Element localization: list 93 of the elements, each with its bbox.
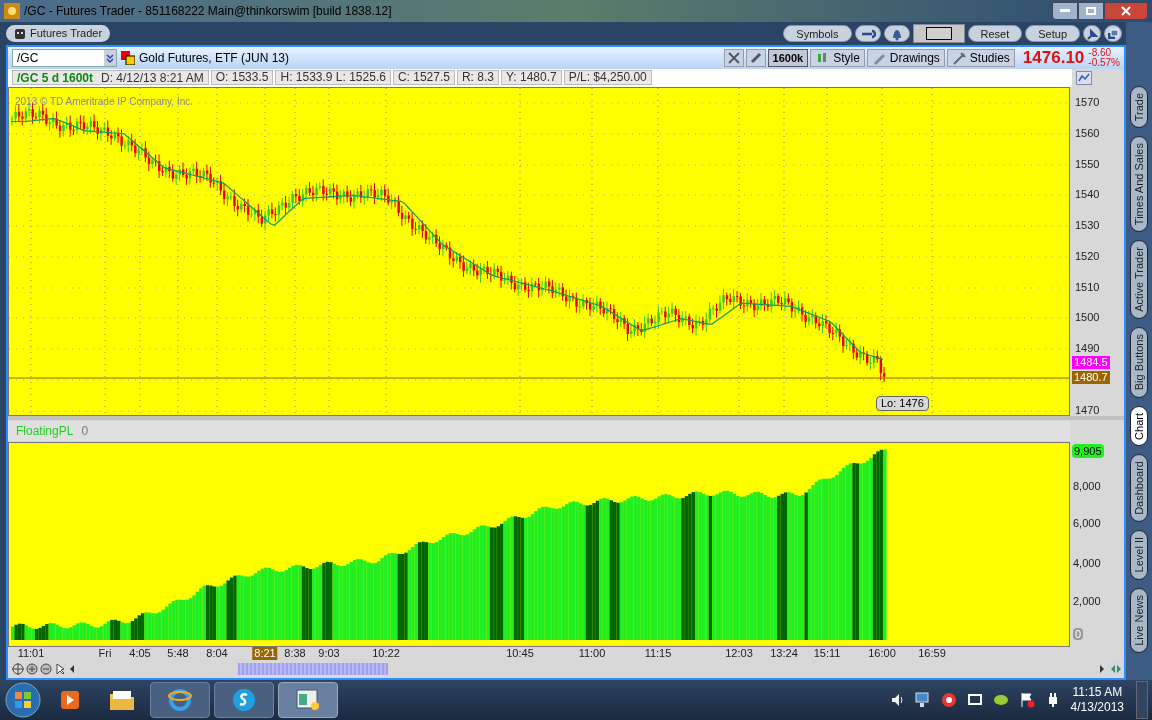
price-change: -8.60	[1088, 48, 1113, 58]
folder-icon	[109, 689, 135, 711]
info-value: P/L: $4,250.00	[563, 70, 652, 86]
axis-label: 1550	[1075, 157, 1100, 170]
price-badge: 1484.5	[1072, 355, 1110, 369]
icon-button[interactable]	[1083, 25, 1101, 42]
axis-label: 2,000	[1073, 594, 1101, 607]
zoom-in-icon[interactable]	[26, 663, 38, 676]
side-tab[interactable]: Live News	[1130, 587, 1148, 653]
icon-button[interactable]	[883, 25, 910, 42]
price-badge: 1480.7	[1072, 370, 1110, 384]
instrument-description: Gold Futures, ETF (JUN 13)	[139, 50, 290, 67]
maximize-button[interactable]	[1078, 2, 1104, 20]
browser-icon	[168, 688, 192, 712]
info-value: Y: 1480.7	[500, 70, 562, 86]
restore-icon	[1105, 26, 1121, 41]
icon-button[interactable]	[723, 49, 744, 67]
app-logo-icon	[4, 3, 20, 19]
icon-button[interactable]	[854, 25, 881, 42]
crosshair-tool-icon[interactable]	[12, 663, 24, 676]
minimize-button[interactable]	[1052, 2, 1078, 20]
zoom-out-icon[interactable]	[40, 663, 52, 676]
toolbar-button[interactable]: Reset	[967, 25, 1023, 42]
window-tab[interactable]: Futures Trader	[6, 25, 111, 42]
icon-button[interactable]	[745, 49, 766, 67]
close-icon	[1121, 6, 1131, 16]
toolbar-button[interactable]: Symbols	[783, 25, 852, 42]
axis-label: 4,000	[1073, 556, 1101, 569]
minimize-icon	[1060, 9, 1070, 13]
dropdown-icon	[104, 50, 116, 66]
clock-date: 4/13/2013	[1070, 700, 1124, 715]
start-button[interactable]	[4, 681, 42, 719]
window-title: /GC - Futures Trader - 851168222 Main@thinkorswim [build 1838.12]	[24, 3, 392, 20]
toolbar-button[interactable]: Setup	[1025, 25, 1080, 42]
toolbar-button[interactable]: Drawings	[866, 49, 945, 67]
info-value: C: 1527.5	[392, 70, 455, 86]
info-value: D: 4/12/13 8:21 AM	[101, 69, 204, 87]
axis-label: 1570	[1075, 95, 1100, 108]
study-name: FloatingPL	[16, 422, 74, 440]
window-app-icon	[296, 689, 320, 711]
volume-icon[interactable]	[890, 693, 905, 707]
axis-label: 6,000	[1073, 516, 1101, 529]
axis-label: 1490	[1075, 341, 1100, 354]
percent-change: -0.57%	[1088, 58, 1120, 68]
media-player-icon	[59, 689, 81, 711]
chart-symbol-label: /GC 5 d 1600t	[17, 69, 94, 87]
pointer-icon[interactable]	[54, 663, 66, 676]
study-value: 0	[81, 422, 89, 440]
clock-time: 11:15 AM	[1072, 685, 1123, 700]
flag-icon[interactable]	[1018, 692, 1035, 708]
scroll-thumb[interactable]	[238, 663, 388, 676]
axis-label: 8,000	[1073, 479, 1101, 492]
side-tab[interactable]: Trade	[1130, 86, 1148, 129]
side-tab[interactable]: Chart	[1130, 405, 1148, 447]
axis-label: 1500	[1075, 310, 1100, 323]
side-tab[interactable]: Dashboard	[1130, 454, 1148, 523]
chat-app-icon	[232, 688, 256, 712]
value-badge: 9,905	[1072, 443, 1104, 458]
low-price-label: Lo: 1476	[876, 395, 929, 411]
info-value: O: 1533.5	[210, 70, 274, 86]
scroll-left-icon[interactable]	[68, 664, 76, 675]
axis-label: 1470	[1075, 403, 1100, 416]
color-swatch	[925, 27, 952, 40]
symbol-field[interactable]: /GC	[12, 49, 117, 67]
chart-settings-icon[interactable]	[1076, 70, 1092, 85]
maximize-icon	[1086, 7, 1096, 15]
axis-label: 0	[1073, 627, 1084, 640]
robot-icon	[14, 27, 26, 40]
axis-label: 1560	[1075, 126, 1100, 139]
info-value: H: 1533.9 L: 1525.6	[275, 70, 391, 86]
time-label: 8:21	[252, 647, 278, 661]
side-tab[interactable]: Big Buttons	[1130, 327, 1148, 398]
aggregation-button[interactable]: 1600k	[767, 49, 809, 67]
network-icon[interactable]	[914, 692, 931, 708]
display-icon[interactable]	[966, 692, 983, 708]
axis-label: 1530	[1075, 218, 1100, 231]
side-tab[interactable]: Active Trader	[1130, 240, 1148, 320]
copyright-text: 2013 © TD Ameritrade IP Company, Inc.	[15, 94, 193, 109]
linked-squares-icon	[121, 51, 135, 65]
lifebuoy-icon[interactable]	[940, 692, 957, 708]
icon-button[interactable]	[1104, 25, 1122, 42]
last-price: 1476.10	[1022, 47, 1085, 70]
scroll-right-icon[interactable]	[1098, 664, 1106, 675]
color-swatch-button[interactable]	[912, 24, 965, 43]
side-tab[interactable]: Times And Sales	[1130, 136, 1148, 233]
close-button[interactable]	[1104, 2, 1148, 20]
info-value: R: 8.3	[456, 70, 499, 86]
toolbar-button[interactable]: Studies	[946, 49, 1015, 67]
toolbar-button[interactable]: Style	[810, 49, 865, 67]
axis-label: 1520	[1075, 249, 1100, 262]
axis-label: 1540	[1075, 187, 1100, 200]
side-tab[interactable]: Level II	[1130, 530, 1148, 580]
axis-label: 1510	[1075, 280, 1100, 293]
